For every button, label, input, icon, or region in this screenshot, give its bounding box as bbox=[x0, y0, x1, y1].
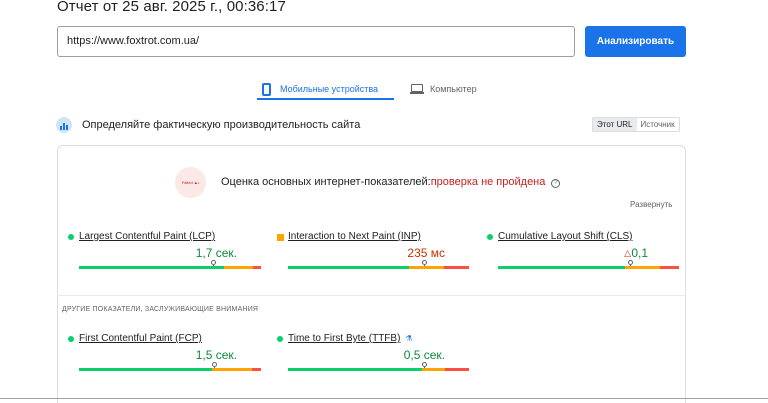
metric-lcp: Largest Contentful Paint (LCP) 1,7 сек. bbox=[68, 231, 264, 276]
percentile-marker bbox=[422, 362, 427, 370]
metric-fcp-label[interactable]: First Contentful Paint (FCP) bbox=[79, 333, 202, 344]
tab-desktop[interactable]: Компьютер bbox=[410, 78, 477, 100]
metric-cls: Cumulative Layout Shift (CLS) △ 0,1 bbox=[487, 231, 683, 276]
metric-lcp-distribution bbox=[79, 266, 261, 269]
metric-inp-label[interactable]: Interaction to Next Paint (INP) bbox=[288, 231, 421, 242]
metric-cls-label[interactable]: Cumulative Layout Shift (CLS) bbox=[498, 231, 633, 242]
tab-desktop-label: Компьютер bbox=[430, 84, 477, 94]
section-divider bbox=[57, 295, 686, 296]
url-input[interactable]: https://www.foxtrot.com.ua/ bbox=[57, 26, 575, 57]
other-metrics-heading: ДРУГИЕ ПОКАЗАТЕЛИ, ЗАСЛУЖИВАЮЩИЕ ВНИМАНИ… bbox=[62, 306, 259, 313]
metric-ttfb: Time to First Byte (TTFB) ⚗ 0,5 сек. bbox=[277, 333, 473, 378]
metric-cls-value: 0,1 bbox=[631, 246, 648, 260]
cwv-heading: Оценка основных интернет-показателей:про… bbox=[221, 176, 561, 188]
metric-lcp-value: 1,7 сек. bbox=[195, 246, 237, 260]
metric-lcp-label[interactable]: Largest Contentful Paint (LCP) bbox=[79, 231, 215, 242]
good-indicator-icon bbox=[277, 336, 283, 342]
metric-inp: Interaction to Next Paint (INP) 235 мс bbox=[277, 231, 473, 276]
viewport-bottom-border bbox=[0, 398, 768, 399]
toggle-origin[interactable]: Источник bbox=[637, 118, 679, 131]
cwv-status: проверка не пройдена bbox=[430, 176, 546, 188]
analyze-button[interactable]: Анализировать bbox=[585, 26, 686, 57]
help-icon[interactable]: ? bbox=[551, 179, 561, 188]
smartphone-icon bbox=[262, 82, 271, 96]
percentile-marker bbox=[422, 260, 427, 268]
metric-ttfb-label[interactable]: Time to First Byte (TTFB) ⚗ bbox=[288, 333, 413, 344]
metric-cls-distribution bbox=[498, 266, 679, 269]
metric-inp-value: 235 мс bbox=[407, 246, 445, 260]
tab-mobile-label: Мобильные устройства bbox=[280, 84, 379, 94]
average-indicator-icon bbox=[277, 234, 284, 241]
tab-mobile[interactable]: Мобильные устройства bbox=[262, 78, 378, 100]
percentile-marker bbox=[211, 260, 216, 268]
laptop-icon bbox=[410, 84, 424, 94]
expand-link[interactable]: Развернуть bbox=[630, 200, 672, 209]
percentile-marker bbox=[212, 362, 217, 370]
data-source-toggle: Этот URL Источник bbox=[592, 117, 680, 132]
field-data-icon bbox=[56, 117, 72, 133]
metric-inp-distribution bbox=[288, 266, 469, 269]
percentile-marker bbox=[628, 260, 633, 268]
metric-ttfb-value: 0,5 сек. bbox=[403, 348, 445, 362]
warning-icon: △ bbox=[624, 248, 631, 258]
good-indicator-icon bbox=[68, 336, 74, 342]
cwv-badge-text: Failed ▲• bbox=[181, 180, 200, 185]
field-data-heading: Определяйте фактическую производительнос… bbox=[82, 119, 361, 131]
pagespeed-report: Отчет от 25 авг. 2025 г., 00:36:17 https… bbox=[0, 0, 768, 403]
metric-fcp-distribution bbox=[79, 368, 261, 371]
active-tab-indicator bbox=[257, 98, 394, 100]
metric-ttfb-label-text: Time to First Byte (TTFB) bbox=[288, 333, 401, 344]
good-indicator-icon bbox=[68, 234, 74, 240]
cwv-fail-badge: Failed ▲• bbox=[175, 167, 206, 198]
metric-fcp-value: 1,5 сек. bbox=[195, 348, 237, 362]
report-title: Отчет от 25 авг. 2025 г., 00:36:17 bbox=[57, 0, 286, 15]
metric-ttfb-distribution bbox=[288, 368, 469, 371]
experimental-flask-icon: ⚗ bbox=[405, 334, 413, 343]
metric-fcp: First Contentful Paint (FCP) 1,5 сек. bbox=[68, 333, 264, 378]
cwv-heading-label: Оценка основных интернет-показателей: bbox=[221, 176, 431, 188]
good-indicator-icon bbox=[487, 234, 493, 240]
toggle-this-url[interactable]: Этот URL bbox=[593, 118, 637, 131]
